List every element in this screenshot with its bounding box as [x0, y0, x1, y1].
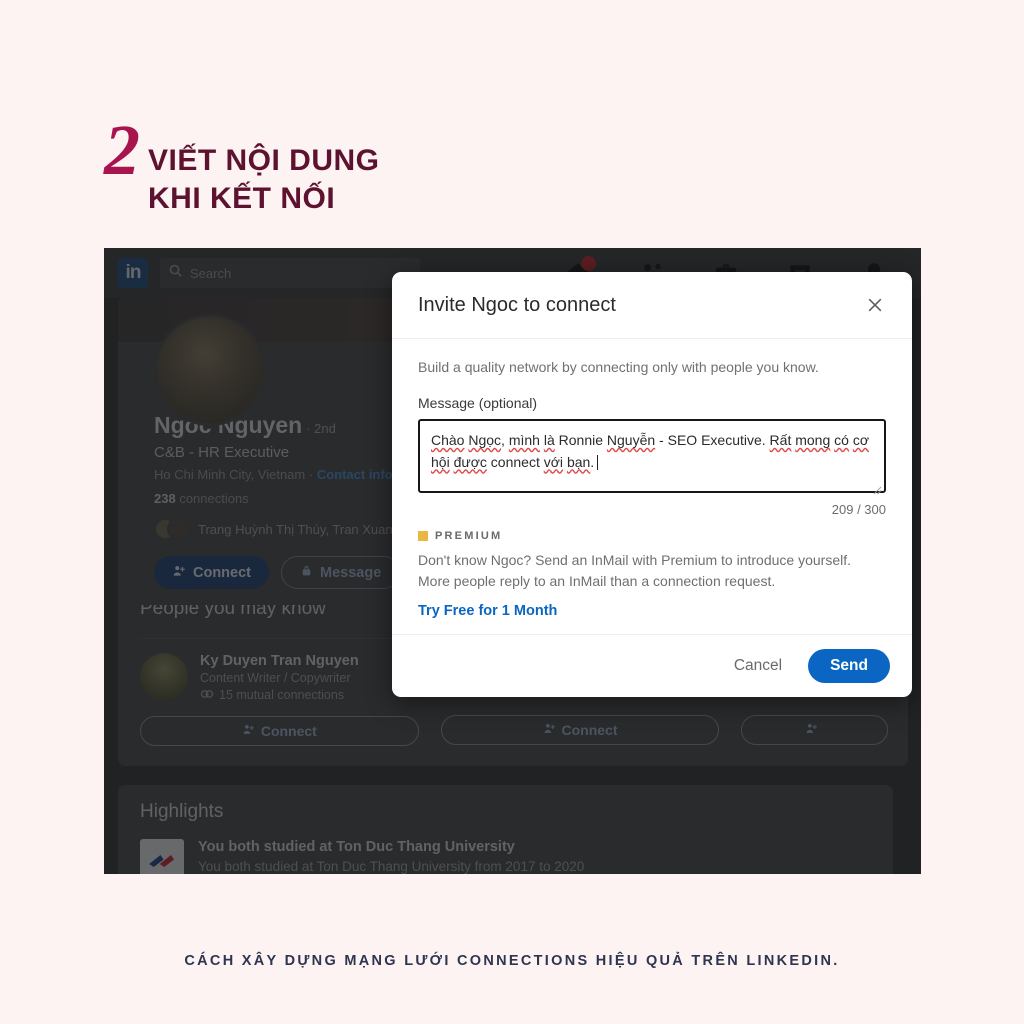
mutual-connections-icon — [200, 688, 214, 702]
pymk-mutual-text: 15 mutual connections — [219, 688, 345, 702]
message-button[interactable]: Message — [281, 556, 401, 589]
invite-connect-modal: Invite Ngoc to connect Build a quality n… — [392, 272, 912, 697]
person-add-icon — [242, 723, 255, 739]
footer-caption: CÁCH XÂY DỰNG MẠNG LƯỚI CONNECTIONS HIỆU… — [184, 953, 840, 969]
person-add-icon — [805, 722, 818, 738]
search-icon — [168, 263, 183, 283]
poster-title-block: 2 VIẾT NỘI DUNG KHI KẾT NỐI — [104, 110, 380, 219]
connect-button-label: Connect — [193, 564, 251, 581]
person-add-icon — [172, 564, 186, 582]
message-textarea[interactable]: Chào Ngọc, mình là Ronnie Nguyễn - SEO E… — [418, 419, 886, 495]
search-placeholder: Search — [190, 265, 232, 281]
poster-title-line-2: KHI KẾT NỐI — [148, 182, 336, 216]
close-icon[interactable] — [862, 292, 888, 318]
list-item[interactable]: You both studied at Ton Duc Thang Univer… — [140, 839, 873, 874]
highlight-title: You both studied at Ton Duc Thang Univer… — [198, 839, 515, 855]
list-item[interactable]: Ky Duyen Tran Nguyen Content Writer / Co… — [140, 638, 419, 746]
connect-button[interactable]: Connect — [140, 716, 419, 746]
profile-location-text: Ho Chi Minh City, Vietnam · — [154, 467, 314, 482]
connections-label: connections — [179, 491, 249, 506]
connect-button[interactable] — [741, 715, 889, 745]
profile-degree: · 2nd — [306, 421, 336, 436]
resize-handle-icon[interactable] — [873, 480, 882, 495]
connect-button-label: Connect — [561, 722, 618, 738]
mutual-avatar — [167, 518, 189, 540]
highlight-subtitle: You both studied at Ton Duc Thang Univer… — [198, 859, 585, 874]
linkedin-logo[interactable]: in — [118, 258, 148, 288]
modal-body: Build a quality network by connecting on… — [392, 339, 912, 634]
connect-button-label: Connect — [260, 723, 317, 739]
pymk-mutual: 15 mutual connections — [200, 688, 359, 702]
avatar[interactable] — [140, 653, 188, 701]
cancel-button[interactable]: Cancel — [720, 650, 796, 682]
linkedin-screenshot: in Search Ngoc Nguyen · 2nd C&B - HR Exe… — [104, 248, 921, 874]
send-button[interactable]: Send — [808, 649, 890, 683]
search-input[interactable]: Search — [160, 258, 420, 288]
poster-headline: VIẾT NỘI DUNG KHI KẾT NỐI — [148, 118, 380, 219]
highlights-title: Highlights — [140, 801, 224, 822]
person-add-icon — [543, 722, 556, 738]
premium-description: Don't know Ngoc? Send an InMail with Pre… — [418, 552, 851, 589]
connections-count: 238 — [154, 491, 176, 506]
message-button-label: Message — [320, 564, 382, 581]
school-logo-icon — [140, 839, 184, 874]
pymk-person: Ky Duyen Tran Nguyen Content Writer / Co… — [140, 653, 419, 702]
message-field-label: Message (optional) — [418, 395, 538, 411]
premium-label: PREMIUM — [435, 530, 503, 542]
connect-button[interactable]: Connect — [154, 556, 269, 589]
modal-footer: Cancel Send — [392, 634, 912, 697]
modal-header: Invite Ngoc to connect — [392, 272, 912, 339]
avatar[interactable] — [154, 314, 266, 426]
home-notification-badge — [581, 256, 596, 271]
pymk-name: Ky Duyen Tran Nguyen — [200, 653, 359, 669]
poster-title-line-1: VIẾT NỘI DUNG — [148, 144, 380, 177]
mutual-avatars — [154, 518, 189, 540]
try-free-link[interactable]: Try Free for 1 Month — [418, 603, 557, 619]
lock-icon — [300, 564, 313, 581]
character-counter: 209 / 300 — [831, 502, 886, 517]
pymk-headline: Content Writer / Copywriter — [200, 671, 351, 685]
modal-title: Invite Ngoc to connect — [418, 293, 616, 316]
modal-description: Build a quality network by connecting on… — [418, 359, 819, 375]
premium-badge: PREMIUM — [418, 530, 886, 542]
mutual-connections-text: Trang Huỳnh Thị Thúy, Tran Xuan — [198, 521, 393, 537]
contact-info-link[interactable]: Contact info — [317, 467, 393, 482]
step-number: 2 — [104, 110, 140, 190]
highlights-section: Highlights You both studied at Ton Duc T… — [118, 785, 893, 874]
premium-icon — [418, 531, 428, 541]
text-caret — [597, 454, 599, 470]
message-text: Chào Ngọc, mình là Ronnie Nguyễn - SEO E… — [431, 432, 870, 470]
connect-button[interactable]: Connect — [440, 715, 720, 745]
